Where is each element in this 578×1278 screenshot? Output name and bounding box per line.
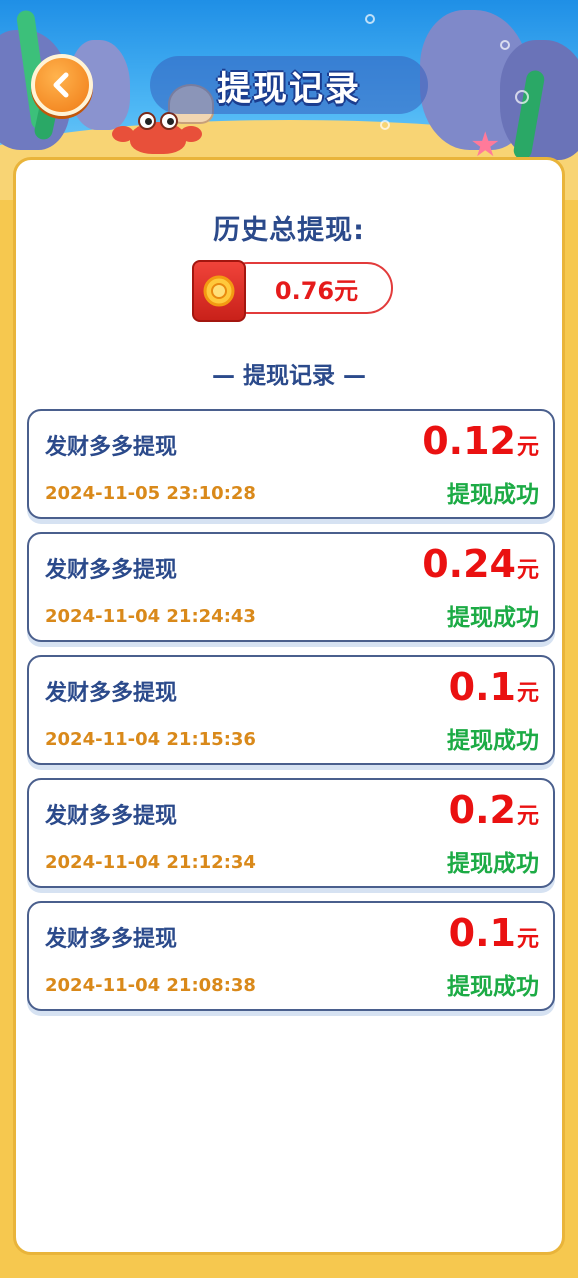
record-item: 发财多多提现 2024-11-04 21:08:38 0.1 元 提现成功 <box>27 901 555 1011</box>
record-item: 发财多多提现 2024-11-04 21:24:43 0.24 元 提现成功 <box>27 532 555 642</box>
bubble-decoration <box>365 14 375 24</box>
bubble-decoration <box>380 120 390 130</box>
record-amount: 0.2 元 <box>449 788 539 832</box>
record-name: 发财多多提现 <box>45 804 178 829</box>
bubble-decoration <box>515 90 529 104</box>
records-list: 发财多多提现 2024-11-05 23:10:28 0.12 元 提现成功 发财… <box>27 409 555 1024</box>
record-time: 2024-11-04 21:15:36 <box>45 729 256 750</box>
red-packet-icon <box>192 260 246 322</box>
record-amount-value: 0.1 <box>448 665 516 709</box>
record-time: 2024-11-04 21:24:43 <box>45 606 256 627</box>
record-amount-value: 0.1 <box>448 911 516 955</box>
record-amount-value: 0.24 <box>422 542 516 586</box>
records-section-title: — 提现记录 — <box>211 363 366 389</box>
record-item: 发财多多提现 2024-11-04 21:15:36 0.1 元 提现成功 <box>27 655 555 765</box>
page-title-banner: 提现记录 <box>150 56 428 114</box>
record-status: 提现成功 <box>447 728 539 754</box>
total-withdraw-label: 历史总提现: <box>213 215 365 246</box>
record-amount-unit: 元 <box>516 558 539 583</box>
record-time: 2024-11-04 21:08:38 <box>45 975 256 996</box>
record-amount: 0.1 元 <box>449 665 539 709</box>
record-amount: 0.12 元 <box>422 419 539 463</box>
record-time: 2024-11-04 21:12:34 <box>45 852 256 873</box>
chevron-left-icon <box>53 72 69 98</box>
total-withdraw-pill: 0.76元 <box>222 262 393 314</box>
withdraw-history-card: 历史总提现: 0.76元 — 提现记录 — 发财多多提现 2024-11-05 … <box>13 157 565 1255</box>
record-status: 提现成功 <box>447 605 539 631</box>
record-status: 提现成功 <box>447 851 539 877</box>
page-title: 提现记录 <box>217 68 361 109</box>
record-name: 发财多多提现 <box>45 558 178 583</box>
record-name: 发财多多提现 <box>45 681 178 706</box>
record-amount-value: 0.2 <box>448 788 516 832</box>
record-amount-unit: 元 <box>516 804 539 829</box>
record-name: 发财多多提现 <box>45 435 178 460</box>
record-status: 提现成功 <box>447 974 539 1000</box>
record-amount-unit: 元 <box>516 927 539 952</box>
record-amount-unit: 元 <box>516 435 539 460</box>
record-amount: 0.24 元 <box>422 542 539 586</box>
total-withdraw-value: 0.76元 <box>274 276 359 305</box>
record-item: 发财多多提现 2024-11-04 21:12:34 0.2 元 提现成功 <box>27 778 555 888</box>
record-amount-unit: 元 <box>516 681 539 706</box>
record-amount-value: 0.12 <box>422 419 516 463</box>
record-name: 发财多多提现 <box>45 927 178 952</box>
crab-mascot-icon <box>112 112 202 156</box>
back-button[interactable] <box>31 54 93 116</box>
record-amount: 0.1 元 <box>449 911 539 955</box>
total-withdraw-box: 0.76元 <box>192 260 393 322</box>
record-item: 发财多多提现 2024-11-05 23:10:28 0.12 元 提现成功 <box>27 409 555 519</box>
bubble-decoration <box>500 40 510 50</box>
record-time: 2024-11-05 23:10:28 <box>45 483 256 504</box>
record-status: 提现成功 <box>447 482 539 508</box>
